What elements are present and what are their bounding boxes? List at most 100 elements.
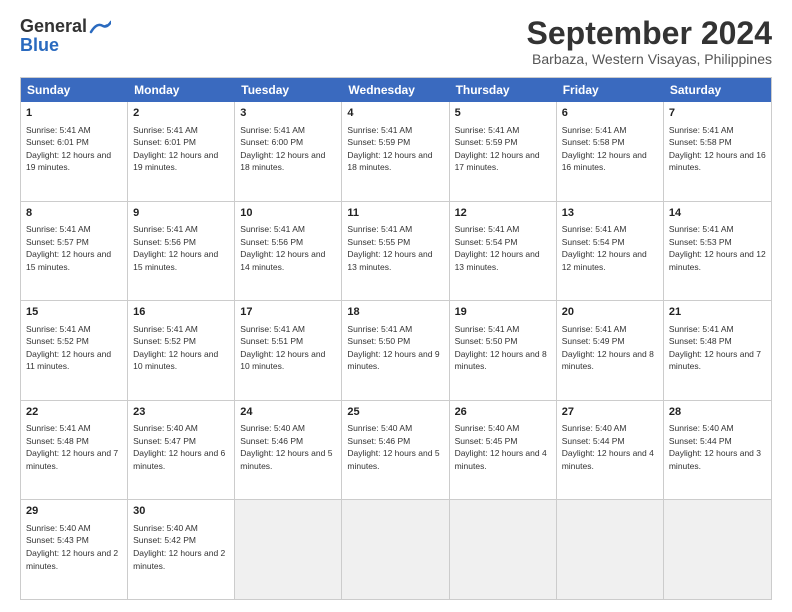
day-number: 2 [133, 106, 229, 121]
table-row: 10Sunrise: 5:41 AMSunset: 5:56 PMDayligh… [235, 202, 342, 301]
table-row: 18 Sunrise: 5:41 AMSunset: 5:50 PMDayligh… [342, 301, 449, 400]
logo-general: General [20, 16, 87, 37]
header-saturday: Saturday [664, 78, 771, 102]
sunrise-text: Sunrise: 5:41 AMSunset: 6:01 PMDaylight:… [26, 125, 111, 173]
sunrise-text: Sunrise: 5:41 AMSunset: 5:58 PMDaylight:… [562, 125, 647, 173]
table-row: 25 Sunrise: 5:40 AMSunset: 5:46 PMDayligh… [342, 401, 449, 500]
location-subtitle: Barbaza, Western Visayas, Philippines [527, 51, 772, 67]
day-number: 23 [133, 405, 229, 420]
table-row: 28Sunrise: 5:40 AMSunset: 5:44 PMDayligh… [664, 401, 771, 500]
table-row: 11Sunrise: 5:41 AMSunset: 5:55 PMDayligh… [342, 202, 449, 301]
sunrise-text: Sunrise: 5:41 AMSunset: 5:56 PMDaylight:… [133, 224, 218, 272]
header-sunday: Sunday [21, 78, 128, 102]
sunrise-text: Sunrise: 5:40 AMSunset: 5:47 PMDaylight:… [133, 423, 225, 471]
day-number: 17 [240, 305, 336, 320]
sunrise-text: Sunrise: 5:41 AMSunset: 5:51 PMDaylight:… [240, 324, 325, 372]
calendar: Sunday Monday Tuesday Wednesday Thursday… [20, 77, 772, 600]
logo-bird-icon [89, 20, 111, 34]
day-number: 28 [669, 405, 766, 420]
table-row: 6 Sunrise: 5:41 AMSunset: 5:58 PMDaylight… [557, 102, 664, 201]
table-row: 29 Sunrise: 5:40 AMSunset: 5:43 PMDayligh… [21, 500, 128, 599]
calendar-row: 15 Sunrise: 5:41 AMSunset: 5:52 PMDayligh… [21, 301, 771, 401]
sunrise-text: Sunrise: 5:41 AMSunset: 5:48 PMDaylight:… [26, 423, 118, 471]
header-wednesday: Wednesday [342, 78, 449, 102]
sunrise-text: Sunrise: 5:41 AMSunset: 5:54 PMDaylight:… [455, 224, 540, 272]
table-row [557, 500, 664, 599]
calendar-row: 1 Sunrise: 5:41 AMSunset: 6:01 PMDaylight… [21, 102, 771, 202]
sunrise-text: Sunrise: 5:41 AMSunset: 5:55 PMDaylight:… [347, 224, 432, 272]
logo: General Blue [20, 16, 111, 56]
table-row: 30 Sunrise: 5:40 AMSunset: 5:42 PMDayligh… [128, 500, 235, 599]
table-row: 21 Sunrise: 5:41 AMSunset: 5:48 PMDayligh… [664, 301, 771, 400]
sunrise-text: Sunrise: 5:41 AMSunset: 5:52 PMDaylight:… [26, 324, 111, 372]
day-number: 18 [347, 305, 443, 320]
title-block: September 2024 Barbaza, Western Visayas,… [527, 16, 772, 67]
table-row: 9 Sunrise: 5:41 AMSunset: 5:56 PMDaylight… [128, 202, 235, 301]
sunrise-text: Sunrise: 5:41 AMSunset: 5:59 PMDaylight:… [347, 125, 432, 173]
header-tuesday: Tuesday [235, 78, 342, 102]
table-row: 8 Sunrise: 5:41 AMSunset: 5:57 PMDaylight… [21, 202, 128, 301]
table-row: 26Sunrise: 5:40 AMSunset: 5:45 PMDayligh… [450, 401, 557, 500]
sunrise-text: Sunrise: 5:40 AMSunset: 5:46 PMDaylight:… [240, 423, 332, 471]
sunrise-text: Sunrise: 5:40 AMSunset: 5:44 PMDaylight:… [562, 423, 654, 471]
table-row: 2Sunrise: 5:41 AMSunset: 6:01 PMDaylight… [128, 102, 235, 201]
month-title: September 2024 [527, 16, 772, 51]
table-row: 14 Sunrise: 5:41 AMSunset: 5:53 PMDayligh… [664, 202, 771, 301]
day-number: 27 [562, 405, 658, 420]
table-row: 24 Sunrise: 5:40 AMSunset: 5:46 PMDayligh… [235, 401, 342, 500]
calendar-row: 22 Sunrise: 5:41 AMSunset: 5:48 PMDayligh… [21, 401, 771, 501]
day-number: 12 [455, 206, 551, 221]
day-number: 29 [26, 504, 122, 519]
table-row [664, 500, 771, 599]
day-number: 6 [562, 106, 658, 121]
table-row: 23 Sunrise: 5:40 AMSunset: 5:47 PMDayligh… [128, 401, 235, 500]
day-number: 9 [133, 206, 229, 221]
sunrise-text: Sunrise: 5:41 AMSunset: 5:57 PMDaylight:… [26, 224, 111, 272]
day-number: 14 [669, 206, 766, 221]
sunrise-text: Sunrise: 5:41 AMSunset: 5:52 PMDaylight:… [133, 324, 218, 372]
day-number: 26 [455, 405, 551, 420]
day-number: 8 [26, 206, 122, 221]
day-number: 19 [455, 305, 551, 320]
sunrise-text: Sunrise: 5:40 AMSunset: 5:43 PMDaylight:… [26, 523, 118, 571]
day-number: 30 [133, 504, 229, 519]
calendar-row: 8 Sunrise: 5:41 AMSunset: 5:57 PMDaylight… [21, 202, 771, 302]
sunrise-text: Sunrise: 5:40 AMSunset: 5:46 PMDaylight:… [347, 423, 439, 471]
day-number: 22 [26, 405, 122, 420]
day-number: 3 [240, 106, 336, 121]
day-number: 16 [133, 305, 229, 320]
table-row: 13 Sunrise: 5:41 AMSunset: 5:54 PMDayligh… [557, 202, 664, 301]
table-row: 7Sunrise: 5:41 AMSunset: 5:58 PMDaylight… [664, 102, 771, 201]
table-row: 1 Sunrise: 5:41 AMSunset: 6:01 PMDaylight… [21, 102, 128, 201]
table-row: 22 Sunrise: 5:41 AMSunset: 5:48 PMDayligh… [21, 401, 128, 500]
table-row: 17 Sunrise: 5:41 AMSunset: 5:51 PMDayligh… [235, 301, 342, 400]
sunrise-text: Sunrise: 5:41 AMSunset: 5:58 PMDaylight:… [669, 125, 766, 173]
table-row [450, 500, 557, 599]
day-number: 25 [347, 405, 443, 420]
day-number: 20 [562, 305, 658, 320]
sunrise-text: Sunrise: 5:41 AMSunset: 5:50 PMDaylight:… [347, 324, 439, 372]
day-number: 21 [669, 305, 766, 320]
sunrise-text: Sunrise: 5:40 AMSunset: 5:42 PMDaylight:… [133, 523, 225, 571]
sunrise-text: Sunrise: 5:41 AMSunset: 5:49 PMDaylight:… [562, 324, 654, 372]
header-thursday: Thursday [450, 78, 557, 102]
header-monday: Monday [128, 78, 235, 102]
day-number: 13 [562, 206, 658, 221]
table-row [235, 500, 342, 599]
day-number: 24 [240, 405, 336, 420]
sunrise-text: Sunrise: 5:41 AMSunset: 5:53 PMDaylight:… [669, 224, 766, 272]
day-number: 1 [26, 106, 122, 121]
day-number: 15 [26, 305, 122, 320]
table-row: 27 Sunrise: 5:40 AMSunset: 5:44 PMDayligh… [557, 401, 664, 500]
sunrise-text: Sunrise: 5:41 AMSunset: 5:54 PMDaylight:… [562, 224, 647, 272]
header: General Blue September 2024 Barbaza, Wes… [20, 16, 772, 67]
sunrise-text: Sunrise: 5:41 AMSunset: 5:48 PMDaylight:… [669, 324, 761, 372]
page: General Blue September 2024 Barbaza, Wes… [0, 0, 792, 612]
sunrise-text: Sunrise: 5:41 AMSunset: 5:59 PMDaylight:… [455, 125, 540, 173]
table-row: 4 Sunrise: 5:41 AMSunset: 5:59 PMDaylight… [342, 102, 449, 201]
sunrise-text: Sunrise: 5:41 AMSunset: 6:00 PMDaylight:… [240, 125, 325, 173]
table-row: 12 Sunrise: 5:41 AMSunset: 5:54 PMDayligh… [450, 202, 557, 301]
table-row: 15 Sunrise: 5:41 AMSunset: 5:52 PMDayligh… [21, 301, 128, 400]
day-number: 5 [455, 106, 551, 121]
day-number: 4 [347, 106, 443, 121]
